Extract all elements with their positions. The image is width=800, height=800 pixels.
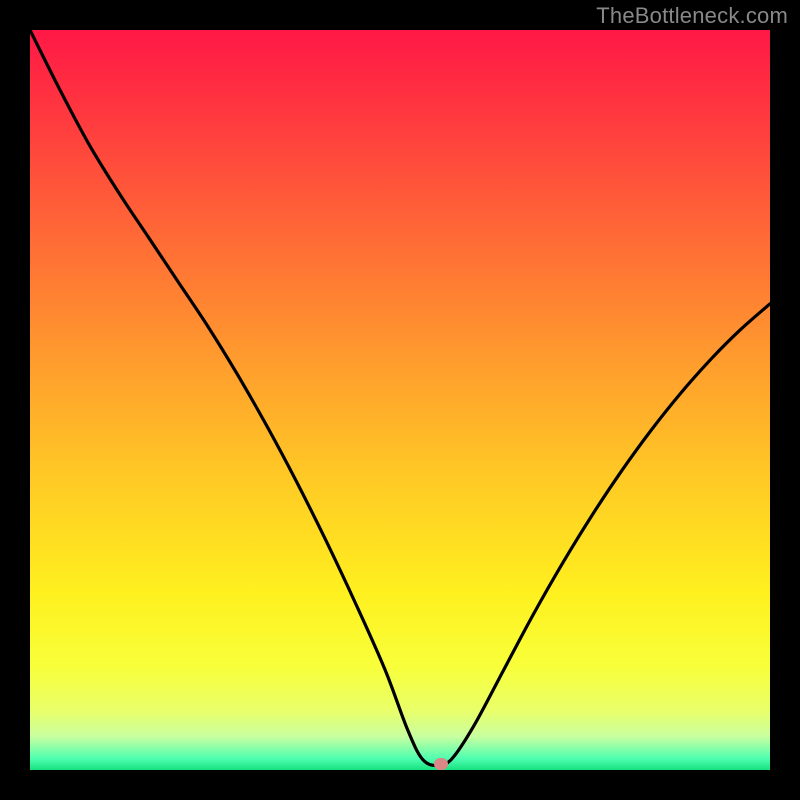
gradient-background [30,30,770,770]
plot-area [30,30,770,770]
chart-frame: TheBottleneck.com [0,0,800,800]
optimum-marker [434,758,448,770]
watermark-text: TheBottleneck.com [596,3,788,29]
plot-svg [30,30,770,770]
